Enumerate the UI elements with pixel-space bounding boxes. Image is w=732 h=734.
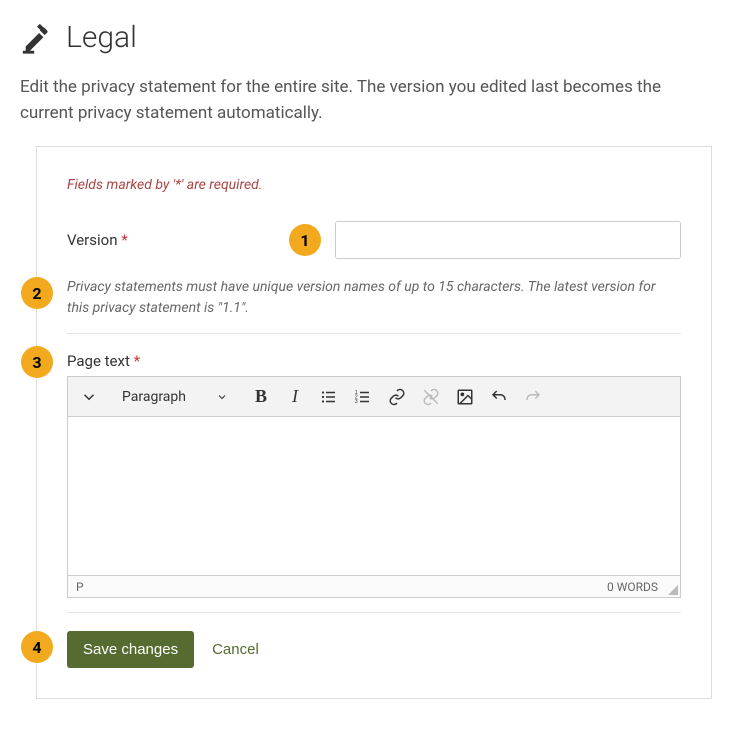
button-row: Save changes Cancel: [67, 631, 681, 668]
page-title: Legal: [20, 20, 712, 55]
bold-button[interactable]: B: [246, 382, 276, 412]
undo-icon: [490, 388, 508, 406]
divider: [67, 612, 681, 613]
form-panel: Fields marked by '*' are required. Versi…: [36, 146, 712, 699]
gavel-icon: [20, 21, 54, 55]
undo-button[interactable]: [484, 382, 514, 412]
toolbar-expand-button[interactable]: [74, 382, 104, 412]
divider: [67, 333, 681, 334]
bullet-list-icon: [320, 388, 338, 406]
page-text-label: Page text *: [67, 352, 681, 370]
save-button[interactable]: Save changes: [67, 631, 194, 668]
callout-2: 2: [21, 277, 53, 309]
required-marker: *: [134, 352, 140, 370]
version-field-row: Version * 1: [67, 221, 681, 259]
version-label: Version *: [67, 231, 277, 249]
bold-icon: B: [255, 386, 267, 407]
cancel-button[interactable]: Cancel: [212, 641, 259, 658]
bullet-list-button[interactable]: [314, 382, 344, 412]
intro-text: Edit the privacy statement for the entir…: [20, 75, 712, 126]
page-title-text: Legal: [66, 20, 137, 55]
redo-button: [518, 382, 548, 412]
required-marker: *: [121, 231, 127, 249]
callout-4: 4: [21, 631, 53, 663]
rich-text-editor: Paragraph B I 123: [67, 376, 681, 598]
numbered-list-button[interactable]: 123: [348, 382, 378, 412]
callout-3: 3: [21, 346, 53, 378]
callout-1: 1: [289, 224, 321, 256]
italic-icon: I: [292, 386, 298, 407]
version-input[interactable]: [335, 221, 681, 259]
resize-handle[interactable]: [666, 583, 678, 595]
version-help-text: Privacy statements must have unique vers…: [67, 277, 681, 319]
editor-body[interactable]: [67, 416, 681, 576]
editor-status-bar: P 0 WORDS: [67, 576, 681, 598]
italic-button[interactable]: I: [280, 382, 310, 412]
editor-path: P: [76, 580, 84, 594]
image-button[interactable]: [450, 382, 480, 412]
editor-toolbar: Paragraph B I 123: [67, 376, 681, 416]
unlink-button: [416, 382, 446, 412]
redo-icon: [524, 388, 542, 406]
link-button[interactable]: [382, 382, 412, 412]
svg-text:3: 3: [355, 399, 358, 405]
format-select[interactable]: Paragraph: [112, 385, 238, 409]
editor-word-count: 0 WORDS: [607, 580, 658, 594]
link-icon: [388, 388, 406, 406]
chevron-down-icon: [216, 391, 228, 403]
unlink-icon: [422, 388, 440, 406]
chevron-down-icon: [80, 388, 98, 406]
image-icon: [456, 388, 474, 406]
required-fields-note: Fields marked by '*' are required.: [67, 177, 681, 193]
numbered-list-icon: 123: [354, 388, 372, 406]
